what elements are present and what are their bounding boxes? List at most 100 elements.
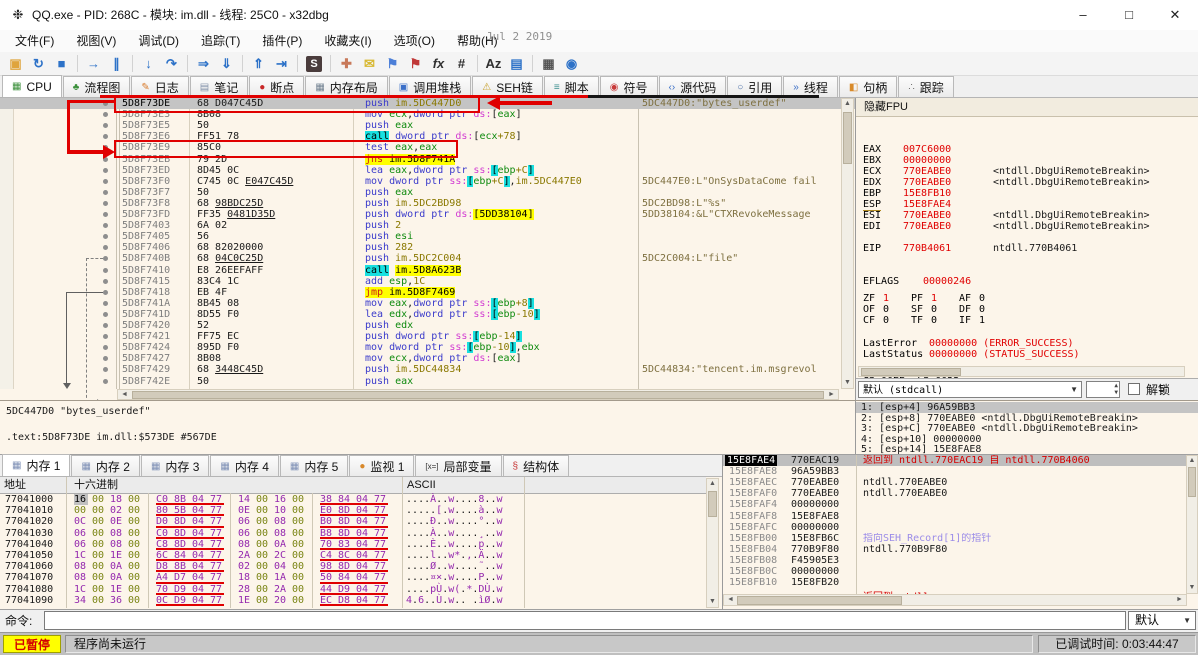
tab-log[interactable]: ✎ 日志 xyxy=(131,76,189,97)
tab-dump5[interactable]: ▦ 内存 5 xyxy=(279,455,349,476)
toolbar-execute-till-return-icon[interactable]: ⇓ xyxy=(216,54,237,74)
toolbar-restart-icon[interactable]: ↻ xyxy=(28,54,49,74)
register-value[interactable]: 770EABE0 xyxy=(903,166,951,177)
register-row-edi[interactable]: EDI 770EABE0 <ntdll.DbgUiRemoteBreakin> xyxy=(856,221,1198,232)
flags-row[interactable]: OF 0 SF 0 DF 0 xyxy=(856,304,1198,315)
command-input[interactable] xyxy=(44,611,1126,630)
stepper-arrows-icon[interactable]: ▲ ▼ xyxy=(1114,382,1118,396)
disasm-row[interactable]: 5D8F73E5 50 push eax xyxy=(0,120,855,131)
dump-row[interactable]: 77041090 34 00 36 00 0C D9 04 77 1E 00 20 00 EC D8 04 77… xyxy=(0,595,706,606)
stack-row[interactable]: 15E8FAE4 770EAC19 返回到 ntdll.770EAC19 自 ntd… xyxy=(723,455,1187,467)
register-value[interactable]: 770EABE0 xyxy=(903,221,951,232)
registers-hscrollbar[interactable] xyxy=(858,366,1185,377)
dump-row[interactable]: 77041040 06 00 08 00 C8 8D 04 77 08 00 0A 00 70 83 04 77… xyxy=(0,539,706,550)
hide-fpu-toggle[interactable]: 隐藏FPU xyxy=(864,101,908,113)
disasm-row[interactable]: 5D8F7403 6A 02 push 2 xyxy=(0,220,855,231)
disasm-row[interactable]: 5D8F7429 68 3448C45D push im.5DC44834 5DC44… xyxy=(0,364,855,375)
disasm-vscrollbar[interactable]: ▲ ▼ xyxy=(841,98,854,389)
toolbar-patches-icon[interactable]: ✚ xyxy=(336,54,357,74)
registers-panel[interactable]: 隐藏FPU EAX 007C6000 EBX 00000000 ECX 770EABE0 <… xyxy=(855,98,1198,400)
register-row-ecx[interactable]: ECX 770EABE0 <ntdll.DbgUiRemoteBreakin> xyxy=(856,166,1198,177)
disasm-row[interactable]: 5D8F741D 8D55 F0 lea edx,dword ptr ss:[ebp… xyxy=(0,308,855,320)
tab-dump3[interactable]: ▦ 内存 3 xyxy=(140,455,210,476)
stack-vscrollbar[interactable]: ▲ ▼ xyxy=(1186,455,1198,594)
menu-item[interactable]: 追踪(T) xyxy=(190,30,251,52)
close-button[interactable]: ✕ xyxy=(1152,0,1198,30)
toolbar-run-to-selection-icon[interactable]: ⇒ xyxy=(193,54,214,74)
stack-row[interactable]: 15E8FB0C 00000000 xyxy=(723,566,1187,577)
flag-value[interactable]: 1 xyxy=(979,315,985,326)
flag-value[interactable]: 1 xyxy=(883,293,889,304)
tab-breakpoints[interactable]: ● 断点 xyxy=(249,76,305,97)
tab-locals[interactable]: [x=] 局部变量 xyxy=(415,455,502,476)
stack-row[interactable]: 15E8FAEC 770EABE0 ntdll.770EABE0 xyxy=(723,477,1187,488)
tab-graph[interactable]: ♣ 流程图 xyxy=(62,76,131,97)
flag-value[interactable]: 0 xyxy=(931,304,937,315)
disasm-row[interactable]: 5D8F7420 52 push edx xyxy=(0,320,855,331)
disasm-row[interactable]: 5D8F73F0 C745 0C E047C45D mov dword ptr ss… xyxy=(0,175,855,187)
maximize-button[interactable]: □ xyxy=(1106,0,1152,30)
flag-value[interactable]: 0 xyxy=(979,293,985,304)
tab-memory-map[interactable]: ▦ 内存布局 xyxy=(305,76,388,97)
tab-notes[interactable]: ▤ 笔记 xyxy=(189,76,249,97)
dump-vscroll-thumb[interactable] xyxy=(708,491,717,517)
dump-row[interactable]: 77041030 06 00 08 00 C0 8D 04 77 06 00 08 00 B8 8D 04 77… xyxy=(0,528,706,539)
dump-vscrollbar[interactable]: ▲ ▼ xyxy=(706,478,719,608)
stack-row[interactable]: 15E8FB08 F45905E3 xyxy=(723,555,1187,566)
toolbar-comments-icon[interactable]: ✉ xyxy=(359,54,380,74)
dump-row[interactable]: 77041050 1C 00 1E 00 6C 84 04 77 2A 00 2C 00 C4 8C 04 77… xyxy=(0,550,706,562)
argument-row[interactable]: 5: [esp+14] 15E8FAE8 xyxy=(856,444,1198,454)
tab-references[interactable]: ○ 引用 xyxy=(727,76,783,97)
dump-row[interactable]: 77041010 00 00 02 00 80 5B 04 77 0E 00 10 00 E0 8D 04 77… xyxy=(0,505,706,517)
registers-hscroll-thumb[interactable] xyxy=(861,368,961,376)
toolbar-step-into-icon[interactable]: ↓ xyxy=(138,54,159,74)
tab-seh[interactable]: ⚠ SEH链 xyxy=(472,76,543,97)
disasm-row[interactable]: 5D8F7424 895D F0 mov dword ptr ss:[ebp-10]… xyxy=(0,342,855,354)
disasm-row[interactable]: 5D8F7427 8B08 mov ecx,dword ptr ds:[eax] xyxy=(0,353,855,364)
unlock-checkbox[interactable] xyxy=(1128,383,1140,395)
register-value[interactable]: 00000246 xyxy=(923,276,971,287)
menu-item[interactable]: 视图(V) xyxy=(65,30,127,52)
toolbar-ordinals-icon[interactable]: # xyxy=(451,54,472,74)
register-row-ebx[interactable]: EBX 00000000 xyxy=(856,155,1198,166)
disasm-row[interactable]: 5D8F740B 68 04C0C25D push im.5DC2C004 5DC2C… xyxy=(0,253,855,264)
stack-vscroll-thumb[interactable] xyxy=(1188,467,1196,497)
argument-row[interactable]: 3: [esp+C] 770EABE0 <ntdll.DbgUiRemoteBr… xyxy=(856,423,1198,434)
minimize-button[interactable]: – xyxy=(1060,0,1106,30)
laststatus-row[interactable]: LastStatus 00000000 (STATUS_SUCCESS) xyxy=(856,349,1198,360)
toolbar-strings-icon[interactable]: Az xyxy=(483,54,504,74)
toolbar-step-out-icon[interactable]: ⇑ xyxy=(248,54,269,74)
disasm-vscroll-thumb[interactable] xyxy=(843,112,852,164)
disasm-row[interactable]: 5D8F7421 FF75 EC push dword ptr ss:[ebp-14… xyxy=(0,331,855,343)
stack-panel[interactable]: 15E8FAE4 770EAC19 返回到 ntdll.770EAC19 自 ntd… xyxy=(722,455,1198,611)
disasm-row[interactable]: 5D8F742E 50 push eax xyxy=(0,376,855,387)
stack-row[interactable]: 15E8FAF0 770EABE0 ntdll.770EABE0 xyxy=(723,488,1187,499)
argument-row[interactable]: 2: [esp+8] 770EABE0 <ntdll.DbgUiRemoteBr… xyxy=(856,413,1198,424)
stack-row[interactable]: 15E8FAE8 96A59BB3 xyxy=(723,466,1187,477)
disasm-row[interactable]: 5D8F73ED 8D45 0C lea eax,dword ptr ss:[ebp… xyxy=(0,164,855,176)
tab-threads[interactable]: » 线程 xyxy=(783,76,838,97)
menu-item[interactable]: 文件(F) xyxy=(4,30,65,52)
stack-row[interactable]: 15E8FB00 15E8FB6C 指向SEH_Record[1]的指针 xyxy=(723,533,1187,544)
dump-row[interactable]: 77041080 1C 00 1E 00 70 D9 04 77 28 00 2A 00 44 D9 04 77… xyxy=(0,584,706,595)
call-arguments-panel[interactable]: 1: [esp+4] 96A59BB3 2: [esp+8] 770EABE0 <… xyxy=(855,400,1198,454)
disasm-row[interactable]: 5D8F7406 68 82020000 push 282 xyxy=(0,242,855,253)
tab-watch1[interactable]: ● 监视 1 xyxy=(349,455,415,476)
toolbar-notes-device-icon[interactable]: ▤ xyxy=(506,54,527,74)
register-row-ebp[interactable]: EBP 15E8FB10 xyxy=(856,188,1198,199)
toolbar-calculator-icon[interactable]: ▦ xyxy=(538,54,559,74)
flag-value[interactable]: 0 xyxy=(931,315,937,326)
stack-row[interactable]: 15E8FAF8 15E8FAE8 xyxy=(723,511,1187,522)
calling-convention-select[interactable]: 默认 (stdcall) ▼ xyxy=(858,381,1082,398)
disasm-row[interactable]: 5D8F73F7 50 push eax xyxy=(0,187,855,198)
stack-row[interactable]: 15E8FAF4 00000000 xyxy=(723,499,1187,510)
menu-item[interactable]: 选项(O) xyxy=(383,30,446,52)
disasm-row[interactable]: 5D8F741A 8B45 08 mov eax,dword ptr ss:[ebp… xyxy=(0,297,855,309)
dump-row[interactable]: 77041020 0C 00 0E 00 D0 8D 04 77 06 00 08 00 B0 8D 04 77… xyxy=(0,516,706,528)
toolbar-run-icon[interactable]: → xyxy=(83,54,104,74)
argument-row[interactable]: 1: [esp+4] 96A59BB3 xyxy=(856,402,1198,413)
toolbar-open-file-icon[interactable]: ▣ xyxy=(5,54,26,74)
disasm-row[interactable]: 5D8F7405 56 push esi xyxy=(0,231,855,242)
lasterror-row[interactable]: LastError 00000000 (ERROR_SUCCESS) xyxy=(856,338,1198,349)
tab-dump4[interactable]: ▦ 内存 4 xyxy=(210,455,279,476)
